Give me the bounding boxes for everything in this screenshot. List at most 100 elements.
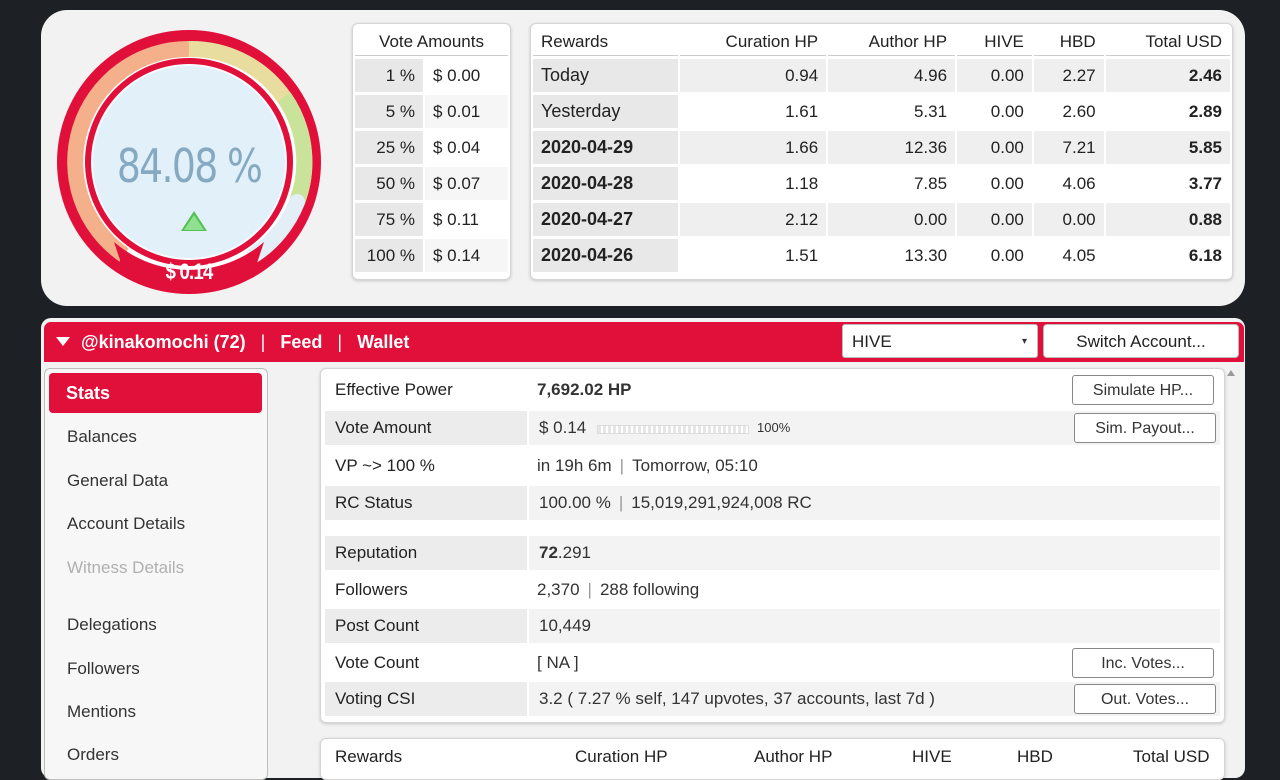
stat-label: VP ~> 100 % [335, 456, 435, 475]
cell: 0.00 [990, 101, 1024, 121]
col-rewards: Rewards [335, 747, 403, 766]
vote-pct: 75 % [355, 203, 423, 236]
stat-value: 2,370 | 288 following [537, 573, 699, 607]
sidebar-item-orders[interactable]: Orders [67, 745, 119, 765]
sidebar-item-stats[interactable]: Stats [49, 373, 262, 413]
table-row: 1 % $ 0.00 [355, 59, 508, 92]
stat-value-cell: 100.00 % | 15,019,291,924,008 RC [527, 486, 1220, 520]
sidebar-item-witness-details: Witness Details [67, 558, 185, 577]
cell: 2.27 [1033, 59, 1104, 92]
account-nav: @kinakomochi (72) | Feed | Wallet [56, 322, 409, 362]
col-author-hp: Author HP [828, 29, 956, 56]
col-rewards: Rewards [533, 29, 679, 56]
table-row: 2020-04-28 1.18 7.85 0.00 4.06 3.77 [533, 167, 1230, 200]
cell: 0.00 [990, 245, 1024, 265]
followers-count: 2,370 [537, 580, 580, 599]
cell: 0.00 [828, 203, 956, 236]
wallet-link[interactable]: Wallet [357, 332, 409, 352]
col-total-usd: Total USD [1133, 747, 1210, 766]
rewards-panel-lower: Rewards Curation HP Author HP HIVE HBD T… [320, 738, 1225, 780]
vote-amount: $ 0.04 [433, 137, 481, 157]
stat-value-cell: 10,449 [527, 609, 1220, 643]
vote-pct: 50 % [355, 167, 423, 200]
account-name-link[interactable]: @kinakomochi (72) [81, 332, 246, 352]
sidebar-item-general-data[interactable]: General Data [67, 471, 168, 491]
cell: 0.00 [990, 173, 1024, 193]
cell: 1.66 [680, 131, 827, 164]
vote-pct: 100 % [355, 239, 423, 272]
sidebar-item-delegations[interactable]: Delegations [67, 615, 157, 635]
vote-amount: $ 0.01 [425, 95, 508, 128]
vote-amounts-header: Vote Amounts [355, 29, 508, 56]
separator: | [619, 456, 625, 475]
sim-payout-button[interactable]: Sim. Payout... [1074, 413, 1216, 443]
sidebar: Stats Balances General Data Account Deta… [44, 368, 268, 780]
reward-date: 2020-04-26 [533, 239, 679, 272]
sidebar-item-account-details[interactable]: Account Details [67, 514, 185, 534]
stat-value-cell: 7,692.02 HP Simulate HP... [527, 373, 1218, 407]
stat-label: Followers [335, 580, 408, 599]
currency-selected-value: HIVE [852, 332, 892, 351]
nav-separator: | [260, 332, 266, 352]
out-votes-button[interactable]: Out. Votes... [1074, 684, 1216, 714]
stat-label: Effective Power [335, 380, 453, 399]
stat-row-vote-count: Vote Count [ NA ] Inc. Votes... [325, 646, 1218, 680]
switch-account-button[interactable]: Switch Account... [1043, 324, 1239, 358]
scroll-up-arrow-icon[interactable] [1227, 370, 1235, 376]
vote-weight-slider[interactable] [597, 425, 749, 434]
cell: 4.06 [1062, 173, 1096, 193]
stat-value: 100.00 % | 15,019,291,924,008 RC [539, 486, 812, 520]
rewards-table: Rewards Curation HP Author HP HIVE HBD T… [531, 26, 1232, 275]
dropdown-caret-icon: ▾ [1021, 336, 1027, 347]
stat-value-cell: 2,370 | 288 following [527, 573, 1218, 607]
col-author-hp: Author HP [754, 747, 833, 766]
stat-value-cell: in 19h 6m | Tomorrow, 05:10 [527, 449, 1218, 483]
stat-value: 3.2 ( 7.27 % self, 147 upvotes, 37 accou… [539, 689, 935, 708]
vote-amount: $ 0.00 [433, 65, 481, 85]
stat-label: Voting CSI [335, 689, 416, 708]
currency-select[interactable]: HIVE ▾ [842, 324, 1038, 358]
cell: 1.18 [785, 173, 819, 193]
stat-value: $ 0.14 [539, 418, 587, 437]
col-hbd: HBD [1033, 29, 1104, 56]
cell: 0.88 [1105, 203, 1230, 236]
rc-amount: 15,019,291,924,008 RC [631, 493, 812, 512]
vote-pct: 1 % [355, 59, 423, 92]
vote-amount: $ 0.11 [433, 209, 480, 229]
stat-label: Vote Count [335, 653, 420, 672]
simulate-hp-button[interactable]: Simulate HP... [1072, 375, 1214, 405]
table-row: 25 % $ 0.04 [355, 131, 508, 164]
stat-value: in 19h 6m | Tomorrow, 05:10 [537, 449, 758, 483]
rewards-panel: Rewards Curation HP Author HP HIVE HBD T… [530, 23, 1233, 280]
stat-value: 7,692.02 HP [537, 380, 632, 399]
vote-value: $ 0.14 [165, 259, 214, 284]
table-row: 2020-04-27 2.12 0.00 0.00 0.00 0.88 [533, 203, 1230, 236]
cell: 7.21 [1033, 131, 1104, 164]
col-hive: HIVE [912, 747, 952, 766]
stat-label: Vote Amount [335, 418, 432, 437]
table-row: Today 0.94 4.96 0.00 2.27 2.46 [533, 59, 1230, 92]
cell: 0.00 [957, 203, 1032, 236]
cell: 1.61 [785, 101, 819, 121]
stat-value-cell: 72.291 [527, 536, 1220, 570]
vote-amounts-panel: Vote Amounts 1 % $ 0.00 5 % $ 0.01 25 % $ 0… [352, 23, 511, 280]
cell: 2.89 [1188, 101, 1222, 121]
feed-link[interactable]: Feed [280, 332, 322, 352]
sidebar-item-balances[interactable]: Balances [67, 427, 137, 447]
stat-value-cell: [ NA ] Inc. Votes... [527, 646, 1218, 680]
following-count: 288 following [599, 580, 700, 599]
cell: 3.77 [1188, 173, 1222, 193]
inc-votes-button[interactable]: Inc. Votes... [1072, 648, 1214, 678]
cell: 0.00 [957, 131, 1032, 164]
col-curation-hp: Curation HP [680, 29, 827, 56]
cell: 0.00 [1033, 203, 1104, 236]
cell: 7.85 [913, 173, 948, 193]
stat-row-rc-status: RC Status 100.00 % | 15,019,291,924,008 RC [325, 486, 1220, 520]
collapse-triangle-icon[interactable] [56, 337, 70, 347]
stat-value-cell: $ 0.14 100% Sim. Payout... [527, 411, 1220, 445]
vote-amount: $ 0.07 [425, 167, 508, 200]
stat-row-effective-power: Effective Power 7,692.02 HP Simulate HP.… [325, 373, 1218, 407]
sidebar-item-followers[interactable]: Followers [67, 659, 140, 679]
col-total-usd: Total USD [1105, 29, 1230, 56]
sidebar-item-mentions[interactable]: Mentions [67, 702, 136, 722]
